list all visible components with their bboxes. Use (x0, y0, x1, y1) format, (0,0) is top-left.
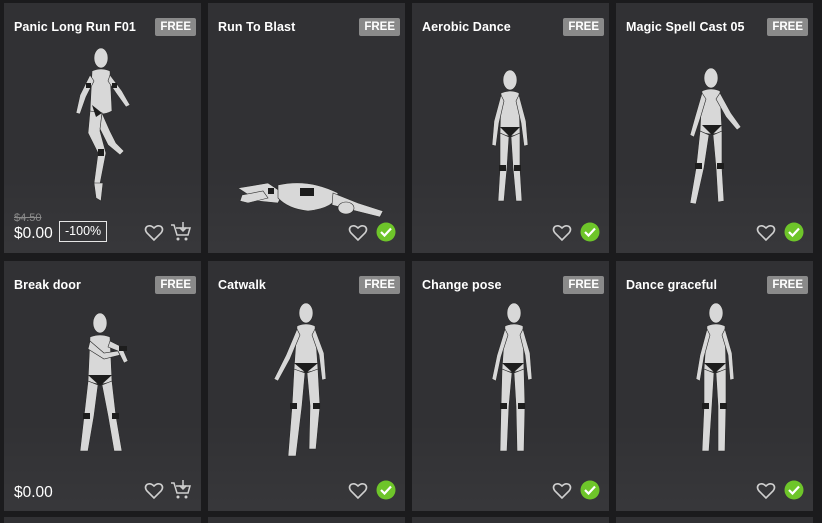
asset-card-magic-spell-cast[interactable]: Magic Spell Cast 05 FREE (616, 3, 813, 253)
asset-card-change-pose[interactable]: Change pose FREE (412, 261, 609, 511)
asset-card-break-door[interactable]: Break door FREE $0.00 (4, 261, 201, 511)
cart-add-icon[interactable] (170, 480, 192, 500)
heart-icon[interactable] (552, 482, 572, 500)
next-row-card (412, 517, 609, 523)
next-row-card (4, 517, 201, 523)
cart-add-icon[interactable] (170, 222, 192, 242)
check-circle-icon (784, 222, 804, 242)
animation-preview-figure (412, 291, 609, 481)
asset-card-catwalk[interactable]: Catwalk FREE (208, 261, 405, 511)
check-circle-icon (580, 222, 600, 242)
asset-card-panic-long-run[interactable]: Panic Long Run F01 FREE $4.50 $0.00 -100… (4, 3, 201, 253)
heart-icon[interactable] (756, 482, 776, 500)
animation-preview-figure (616, 291, 813, 481)
asset-card-run-to-blast[interactable]: Run To Blast FREE (208, 3, 405, 253)
animation-preview-figure (412, 33, 609, 223)
next-row-card (616, 517, 813, 523)
animation-preview-figure (616, 33, 813, 223)
heart-icon[interactable] (348, 482, 368, 500)
asset-title: Change pose (422, 278, 502, 292)
check-circle-icon (580, 480, 600, 500)
check-circle-icon (376, 222, 396, 242)
animation-preview-figure (208, 33, 405, 223)
asset-grid: Panic Long Run F01 FREE $4.50 $0.00 -100… (0, 0, 822, 523)
heart-icon[interactable] (756, 224, 776, 242)
current-price: $0.00 (14, 484, 53, 501)
asset-title: Magic Spell Cast 05 (626, 20, 745, 34)
animation-preview-figure (208, 291, 405, 481)
asset-title: Catwalk (218, 278, 266, 292)
asset-title: Aerobic Dance (422, 20, 511, 34)
original-price: $4.50 (14, 212, 42, 224)
heart-icon[interactable] (144, 224, 164, 242)
asset-title: Run To Blast (218, 20, 296, 34)
current-price: $0.00 (14, 225, 53, 242)
check-circle-icon (784, 480, 804, 500)
asset-card-aerobic-dance[interactable]: Aerobic Dance FREE (412, 3, 609, 253)
asset-card-dance-graceful[interactable]: Dance graceful FREE (616, 261, 813, 511)
asset-title: Panic Long Run F01 (14, 20, 136, 34)
discount-badge: -100% (59, 221, 108, 242)
check-circle-icon (376, 480, 396, 500)
heart-icon[interactable] (348, 224, 368, 242)
animation-preview-figure (4, 33, 201, 223)
asset-title: Dance graceful (626, 278, 718, 292)
asset-title: Break door (14, 278, 81, 292)
heart-icon[interactable] (552, 224, 572, 242)
animation-preview-figure (4, 291, 201, 481)
next-row-card (208, 517, 405, 523)
heart-icon[interactable] (144, 482, 164, 500)
